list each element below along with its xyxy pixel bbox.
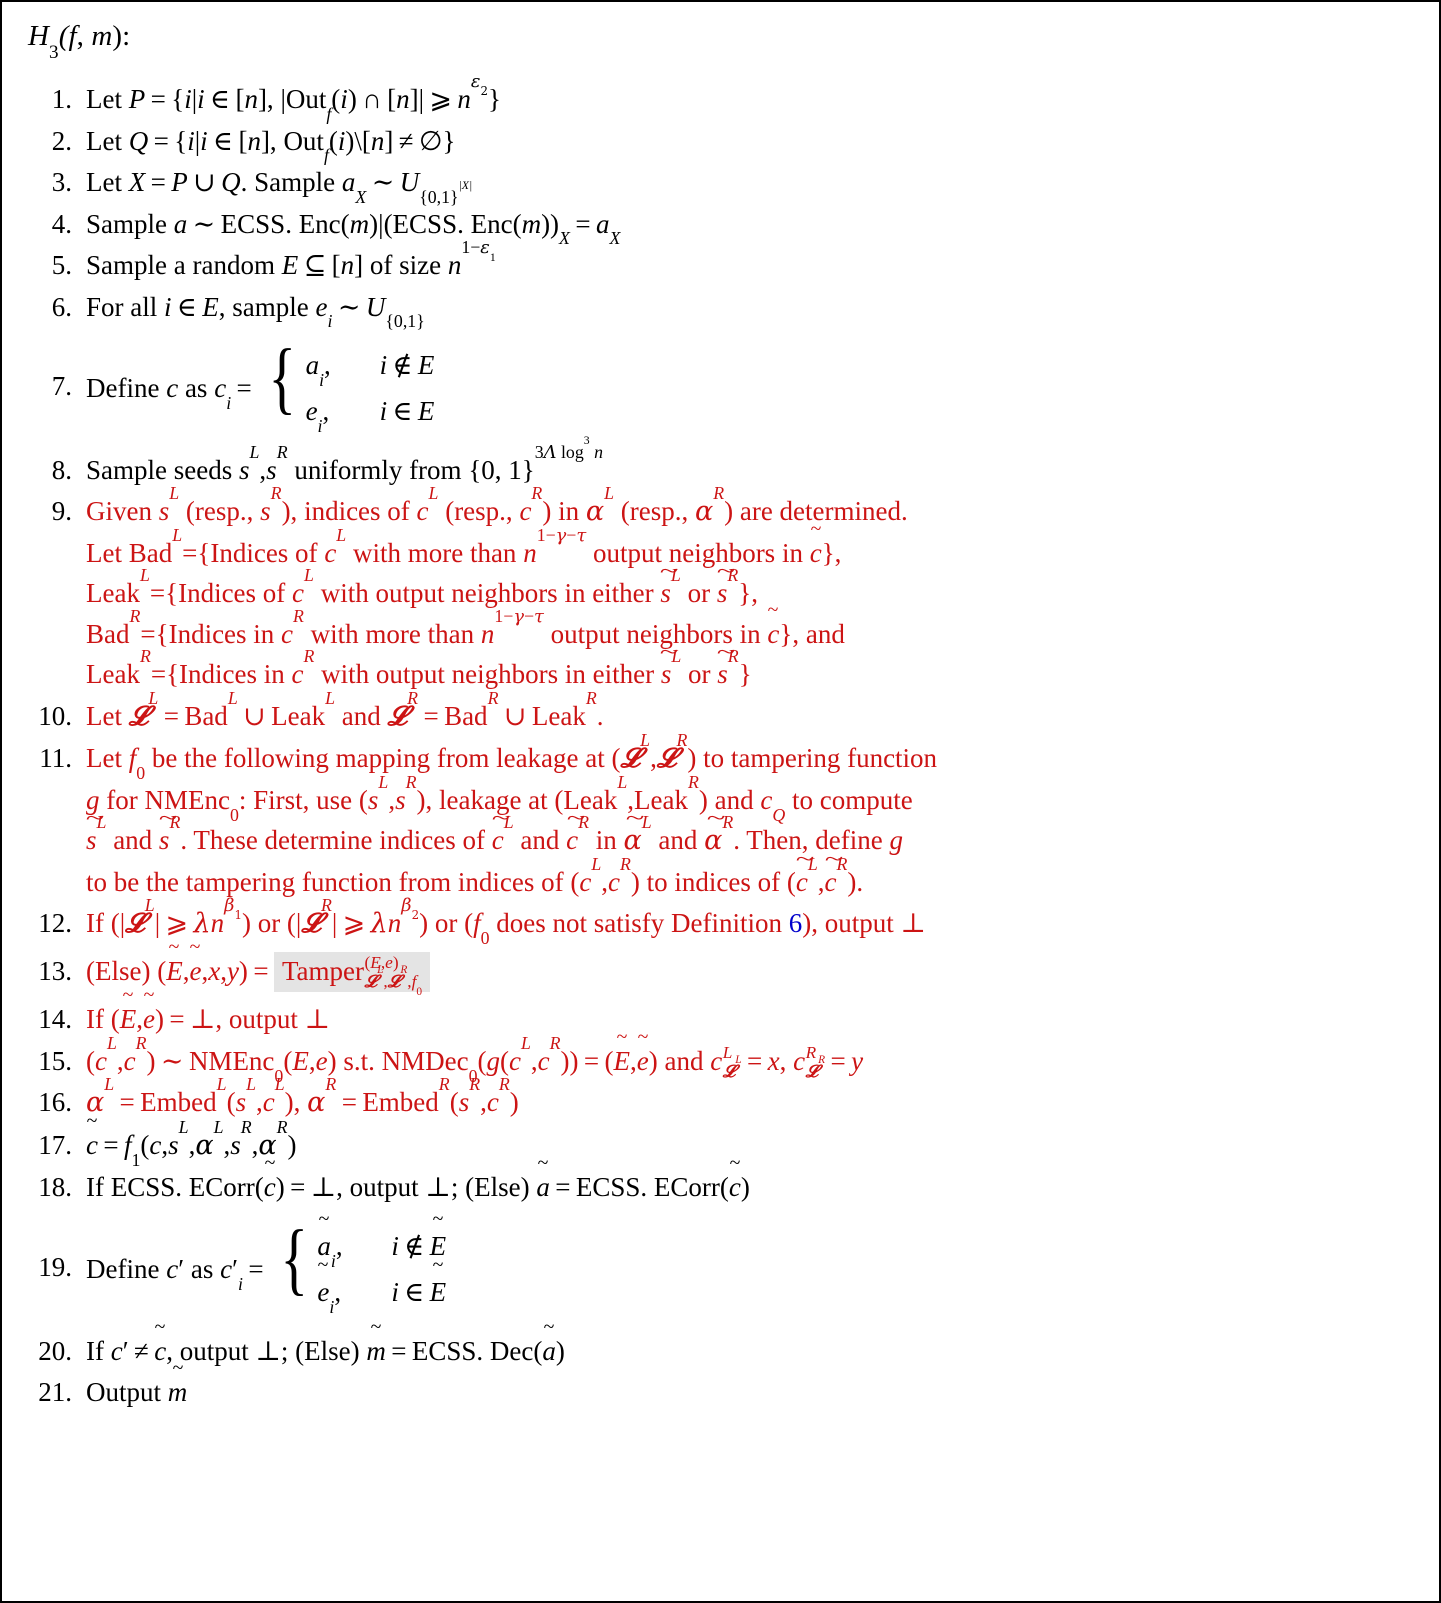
step-number: 19. <box>38 1251 72 1282</box>
case-line: ei, i∈E <box>317 1269 446 1316</box>
step-text: If ECSS. ECorr(c)=⊥, output ⊥; (Else) a=… <box>86 1167 1421 1208</box>
step-number: 16. <box>38 1087 72 1118</box>
step-11-line-4: to be the tampering function from indice… <box>86 855 1421 903</box>
step-number: 11. <box>39 743 72 774</box>
step-11-line-2: g for NMEnc0: First, use (sL,sR), leakag… <box>86 771 913 825</box>
step-15: 15. (cL,cR) ∼ NMEnc0(E,e) s.t. NMDec0(g(cL… <box>24 1034 1421 1085</box>
step-text: Sample seeds sL,sR uniformly from {0, 1}… <box>86 433 603 485</box>
step-number: 14. <box>38 1004 72 1035</box>
step-number: 5. <box>51 250 72 280</box>
step-text: (cL,cR) ∼ NMEnc0(E,e) s.t. NMDec0(g(cL,cR)… <box>86 1034 1421 1085</box>
cases-block: { ai, i∉E ei, i∈E <box>263 334 435 437</box>
step-number: 20. <box>38 1335 72 1366</box>
case-line: ai, i∉E <box>317 1223 446 1270</box>
step-number: 4. <box>51 208 72 239</box>
step-number: 6. <box>51 291 72 322</box>
step-text: Let 𝓛L= BadL∪ LeakL and 𝓛R= BadR∪ LeakR. <box>86 687 604 732</box>
cases-lead: Define c′ as c′i = <box>86 1254 264 1294</box>
tamper-script: (E,e) 𝓛L,𝓛R,f0 <box>364 953 423 998</box>
step-number: 10. <box>38 700 72 731</box>
step-7: 7. Define c as ci = { ai, i ∉ E ei, i ∈ … <box>24 328 1421 449</box>
step-text: (Else) (E,e,x,y)=Tamper(E,e)𝓛L,𝓛R,f0 <box>86 951 1421 998</box>
step-19: 19. Define c′ as c′i= { ai, i∉E <box>24 1209 1421 1330</box>
step-number: 9. <box>51 496 72 527</box>
step-text: Sample a random E ⊆ [n] of size n1−ε1 <box>86 236 496 280</box>
cases-brace: { <box>280 1214 308 1303</box>
step-text: Let Q = {i|i ∈ [n], Outf(i)\[n] ≠ ∅} <box>86 125 456 166</box>
step-number: 2. <box>51 125 72 156</box>
case-line: ai, i∉E <box>305 350 435 390</box>
step-number: 7. <box>51 371 72 401</box>
algorithm-step-list: 1. Let P = {i|i ∈ [n], |Outf(i) ∩ [n]| ⩾ nε2} 2.… <box>24 70 1421 1413</box>
step-number: 13. <box>38 955 72 986</box>
step-number: 12. <box>38 908 72 939</box>
step-21: 21. Output m <box>24 1372 1421 1413</box>
step-text: Let f0 be the following mapping from lea… <box>86 730 1421 903</box>
step-number: 21. <box>38 1377 72 1408</box>
step-9-line-5: LeakR={Indices in cR with output neighbo… <box>86 647 1421 695</box>
title-subscript: 3 <box>49 41 59 63</box>
page-title: H3(f, m): <box>28 20 131 63</box>
step-10: 10. Let 𝓛L= BadL∪ LeakL and 𝓛R= BadR∪ LeakR. <box>24 687 1421 738</box>
step-9-line-1: Given sL (resp., sR), indices of cL (res… <box>86 483 908 528</box>
step-11-line-3: sL and sR. These determine indices of cL… <box>86 813 1421 862</box>
step-text: For all i ∈ E, sample ei ∼ U{0,1} <box>86 291 425 332</box>
step-number: 3. <box>51 167 72 197</box>
step-text: If (|𝓛L| ⩾ λnβ1) or (|𝓛R| ⩾ λnβ2) or (f0 doe… <box>86 895 926 949</box>
step-9: 9. Given sL (resp., sR), indices of cL (… <box>24 483 1421 695</box>
case-line: ei, i∈E <box>305 396 435 437</box>
step-14: 14. If (E,e)=⊥, output ⊥ <box>24 999 1421 1040</box>
step-16: 16. αL= EmbedL(sL,cL), αR= EmbedR(sR,cR) <box>24 1075 1421 1124</box>
step-3: 3. Let X = P ∪ Q. Sample aX ∼ U{0,1}|X| <box>24 162 1421 207</box>
step-17: 17. c=f1(c,sL,αL,sR,αR) <box>24 1118 1421 1169</box>
step-number: 17. <box>38 1129 72 1160</box>
step-text: If (E,e)=⊥, output ⊥ <box>86 999 1421 1040</box>
step-4: 4. Sample a ∼ ECSS. Enc(m)|(ECSS. Enc(m))X… <box>24 204 1421 249</box>
step-20: 20. If c′≠c, output ⊥; (Else) m=ECSS. De… <box>24 1331 1421 1372</box>
step-9-line-4: BadR={Indices in cR with more than n1−γ−… <box>86 607 1421 655</box>
step-text: Sample a ∼ ECSS. Enc(m)|(ECSS. Enc(m))X = aX <box>86 208 621 249</box>
definition-reference-link[interactable]: 6 <box>789 908 803 938</box>
algorithm-figure-box: H3(f, m): 1. Let P = {i|i ∈ [n], |Outf(i) ∩ [n… <box>0 0 1441 1603</box>
step-text: Let X = P ∪ Q. Sample aX ∼ U{0,1}|X| <box>86 167 473 207</box>
step-text: If c′≠c, output ⊥; (Else) m=ECSS. Dec(a) <box>86 1331 1421 1372</box>
cases-block: { ai, i∉E ei, i∈E <box>275 1214 446 1316</box>
step-text: Given sL (resp., sR), indices of cL (res… <box>86 483 1421 695</box>
step-number: 18. <box>38 1172 72 1203</box>
step-13: 13. (Else) (E,e,x,y)=Tamper(E,e)𝓛L,𝓛R,f0 <box>24 951 1421 998</box>
step-11: 11. Let f0 be the following mapping from… <box>24 730 1421 903</box>
tamper-highlight-box: Tamper (E,e) 𝓛L,𝓛R,f0 <box>273 951 431 998</box>
step-number: 8. <box>51 454 72 485</box>
step-text: Define c′ as c′i= { ai, i∉E ei, i∈E <box>86 1214 1421 1316</box>
step-6: 6. For all i ∈ E, sample ei ∼ U{0,1} <box>24 287 1421 332</box>
step-2: 2. Let Q = {i|i ∈ [n], Outf(i)\[n] ≠ ∅} <box>24 121 1421 166</box>
step-5: 5. Sample a random E ⊆ [n] of size n1−ε1 <box>24 236 1421 286</box>
step-1: 1. Let P = {i|i ∈ [n], |Outf(i) ∩ [n]| ⩾ nε2} <box>24 70 1421 124</box>
step-text: Let P = {i|i ∈ [n], |Outf(i) ∩ [n]| ⩾ nε2} <box>86 70 501 124</box>
step-text: c=f1(c,sL,αL,sR,αR) <box>86 1118 1421 1169</box>
step-18: 18. If ECSS. ECorr(c)=⊥, output ⊥; (Else… <box>24 1167 1421 1208</box>
step-11-line-1: Let f0 be the following mapping from lea… <box>86 730 938 784</box>
cases-lead: Define c as ci = <box>86 373 252 413</box>
step-12: 12. If (|𝓛L| ⩾ λnβ1) or (|𝓛R| ⩾ λnβ2) or (f0… <box>24 895 1421 949</box>
step-text: Define c as ci = { ai, i ∉ E ei, i ∈ E <box>86 334 1421 437</box>
step-text: Output m <box>86 1372 1421 1413</box>
step-9-line-3: LeakL={Indices of cL with output neighbo… <box>86 566 1421 614</box>
cases-brace: { <box>268 334 297 422</box>
step-number: 15. <box>38 1045 72 1076</box>
step-9-line-2: Let BadL={Indices of cL with more than n… <box>86 526 1421 574</box>
step-number: 1. <box>51 84 72 114</box>
